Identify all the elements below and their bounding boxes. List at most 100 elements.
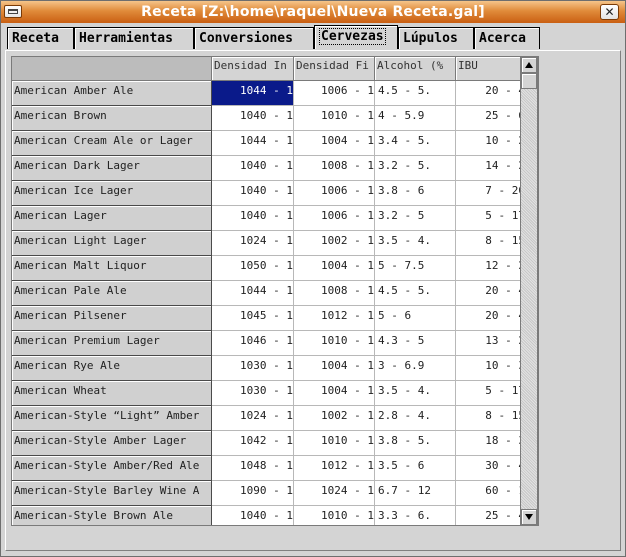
table-cell-fg[interactable]: 1024 - 1	[294, 481, 375, 506]
column-header-abv[interactable]: Alcohol (%	[375, 57, 456, 81]
table-cell-og[interactable]: 1044 - 1	[212, 81, 294, 106]
table-cell-abv[interactable]: 3.4 - 5.	[375, 131, 456, 156]
table-cell-og[interactable]: 1040 - 1	[212, 106, 294, 131]
table-cell-fg[interactable]: 1008 - 1	[294, 281, 375, 306]
table-cell-abv[interactable]: 4.5 - 5.	[375, 281, 456, 306]
vertical-scrollbar[interactable]	[520, 56, 538, 526]
table-cell-abv[interactable]: 5 - 6	[375, 306, 456, 331]
row-header[interactable]: American-Style Amber Lager	[12, 431, 212, 456]
close-button[interactable]: ✕	[600, 4, 619, 20]
beer-styles-table[interactable]: Densidad In Densidad Fi Alcohol (% IBU A…	[11, 56, 539, 526]
table-row[interactable]: American-Style Brown Ale 1040 - 1 1010 - 1…	[12, 506, 526, 525]
table-cell-ibu[interactable]: 10 - 2	[456, 131, 526, 156]
table-cell-ibu[interactable]: 25 - 6	[456, 106, 526, 131]
row-header[interactable]: American-Style Barley Wine A	[12, 481, 212, 506]
table-cell-ibu[interactable]: 20 - 4	[456, 281, 526, 306]
row-header[interactable]: American-Style Brown Ale	[12, 506, 212, 525]
table-cell-ibu[interactable]: 12 - 2	[456, 256, 526, 281]
scroll-down-button[interactable]	[521, 509, 537, 525]
table-cell-abv[interactable]: 2.8 - 4.	[375, 406, 456, 431]
table-row[interactable]: American-Style Amber/Red Ale 1048 - 1 1012…	[12, 456, 526, 481]
table-row[interactable]: American Rye Ale 1030 - 1 1004 - 13 - 6.9 1…	[12, 356, 526, 381]
table-cell-ibu[interactable]: 7 - 20	[456, 181, 526, 206]
table-cell-ibu[interactable]: 30 - 4	[456, 456, 526, 481]
table-cell-abv[interactable]: 3.2 - 5	[375, 206, 456, 231]
table-cell-abv[interactable]: 3 - 6.9	[375, 356, 456, 381]
table-cell-fg[interactable]: 1010 - 1	[294, 431, 375, 456]
table-cell-fg[interactable]: 1012 - 1	[294, 456, 375, 481]
table-cell-abv[interactable]: 3.5 - 4.	[375, 231, 456, 256]
table-cell-abv[interactable]: 3.8 - 5.	[375, 431, 456, 456]
column-header-fg[interactable]: Densidad Fi	[294, 57, 375, 81]
row-header[interactable]: American Amber Ale	[12, 81, 212, 106]
table-cell-abv[interactable]: 3.5 - 4.	[375, 381, 456, 406]
table-cell-ibu[interactable]: 13 - 2	[456, 331, 526, 356]
row-header[interactable]: American Premium Lager	[12, 331, 212, 356]
table-cell-fg[interactable]: 1010 - 1	[294, 331, 375, 356]
tab-acerca[interactable]: Acerca	[474, 27, 540, 49]
title-bar[interactable]: Receta [Z:\home\raquel\Nueva Receta.gal]…	[1, 1, 625, 23]
table-cell-fg[interactable]: 1006 - 1	[294, 206, 375, 231]
table-row[interactable]: American Wheat 1030 - 1 1004 - 1 3.5 - 4. 5 …	[12, 381, 526, 406]
row-header[interactable]: American Wheat	[12, 381, 212, 406]
table-cell-fg[interactable]: 1012 - 1	[294, 306, 375, 331]
table-cell-ibu[interactable]: 60 - 1	[456, 481, 526, 506]
column-header-og[interactable]: Densidad In	[212, 57, 294, 81]
table-cell-og[interactable]: 1045 - 1	[212, 306, 294, 331]
tab-herramientas[interactable]: Herramientas	[74, 27, 194, 49]
table-cell-ibu[interactable]: 25 - 4	[456, 506, 526, 525]
table-cell-og[interactable]: 1046 - 1	[212, 331, 294, 356]
table-row[interactable]: American Lager 1040 - 1 1006 - 1 3.2 - 55 -…	[12, 206, 526, 231]
table-row[interactable]: American Amber Ale 1044 - 1 1006 - 1 4.5 - …	[12, 81, 526, 106]
table-cell-ibu[interactable]: 14 - 2	[456, 156, 526, 181]
table-cell-og[interactable]: 1024 - 1	[212, 231, 294, 256]
table-cell-og[interactable]: 1090 - 1	[212, 481, 294, 506]
table-cell-abv[interactable]: 3.5 - 6	[375, 456, 456, 481]
tab-conversiones[interactable]: Conversiones	[194, 27, 314, 49]
table-row[interactable]: American Malt Liquor 1050 - 1 1004 - 15 - …	[12, 256, 526, 281]
row-header[interactable]: American Dark Lager	[12, 156, 212, 181]
table-cell-fg[interactable]: 1006 - 1	[294, 81, 375, 106]
table-cell-fg[interactable]: 1008 - 1	[294, 156, 375, 181]
table-cell-ibu[interactable]: 5 - 17	[456, 206, 526, 231]
row-header[interactable]: American Pilsener	[12, 306, 212, 331]
scroll-thumb[interactable]	[521, 73, 537, 89]
table-cell-abv[interactable]: 6.7 - 12	[375, 481, 456, 506]
table-cell-og[interactable]: 1050 - 1	[212, 256, 294, 281]
table-cell-abv[interactable]: 3.3 - 6.	[375, 506, 456, 525]
table-cell-abv[interactable]: 3.2 - 5.	[375, 156, 456, 181]
table-cell-fg[interactable]: 1010 - 1	[294, 506, 375, 525]
table-cell-fg[interactable]: 1002 - 1	[294, 406, 375, 431]
row-header[interactable]: American Lager	[12, 206, 212, 231]
tab-receta[interactable]: Receta	[7, 27, 74, 49]
row-header[interactable]: American Rye Ale	[12, 356, 212, 381]
table-row[interactable]: American Light Lager 1024 - 1 1002 - 1 3.5 …	[12, 231, 526, 256]
row-header[interactable]: American Malt Liquor	[12, 256, 212, 281]
table-cell-abv[interactable]: 4 - 5.9	[375, 106, 456, 131]
row-header[interactable]: American-Style Amber/Red Ale	[12, 456, 212, 481]
table-cell-fg[interactable]: 1004 - 1	[294, 131, 375, 156]
table-row[interactable]: American-Style Amber Lager 1042 - 1 1010 -…	[12, 431, 526, 456]
row-header[interactable]: American Light Lager	[12, 231, 212, 256]
table-cell-ibu[interactable]: 20 - 4	[456, 81, 526, 106]
table-cell-ibu[interactable]: 18 - 3	[456, 431, 526, 456]
row-header[interactable]: American-Style “Light” Amber	[12, 406, 212, 431]
table-cell-abv[interactable]: 5 - 7.5	[375, 256, 456, 281]
table-cell-og[interactable]: 1040 - 1	[212, 156, 294, 181]
tab-lupulos[interactable]: Lúpulos	[398, 27, 474, 49]
table-cell-fg[interactable]: 1004 - 1	[294, 356, 375, 381]
row-header[interactable]: American Ice Lager	[12, 181, 212, 206]
scroll-up-button[interactable]	[521, 57, 537, 73]
row-header[interactable]: American Pale Ale	[12, 281, 212, 306]
table-cell-fg[interactable]: 1004 - 1	[294, 256, 375, 281]
table-cell-og[interactable]: 1048 - 1	[212, 456, 294, 481]
table-cell-fg[interactable]: 1010 - 1	[294, 106, 375, 131]
table-cell-ibu[interactable]: 5 - 17	[456, 381, 526, 406]
table-row[interactable]: American Brown 1040 - 1 1010 - 14 - 5.9 25 …	[12, 106, 526, 131]
table-cell-fg[interactable]: 1002 - 1	[294, 231, 375, 256]
table-cell-og[interactable]: 1044 - 1	[212, 131, 294, 156]
table-cell-og[interactable]: 1044 - 1	[212, 281, 294, 306]
tab-cervezas[interactable]: Cervezas	[314, 25, 398, 49]
table-cell-abv[interactable]: 4.3 - 5	[375, 331, 456, 356]
table-cell-og[interactable]: 1030 - 1	[212, 381, 294, 406]
